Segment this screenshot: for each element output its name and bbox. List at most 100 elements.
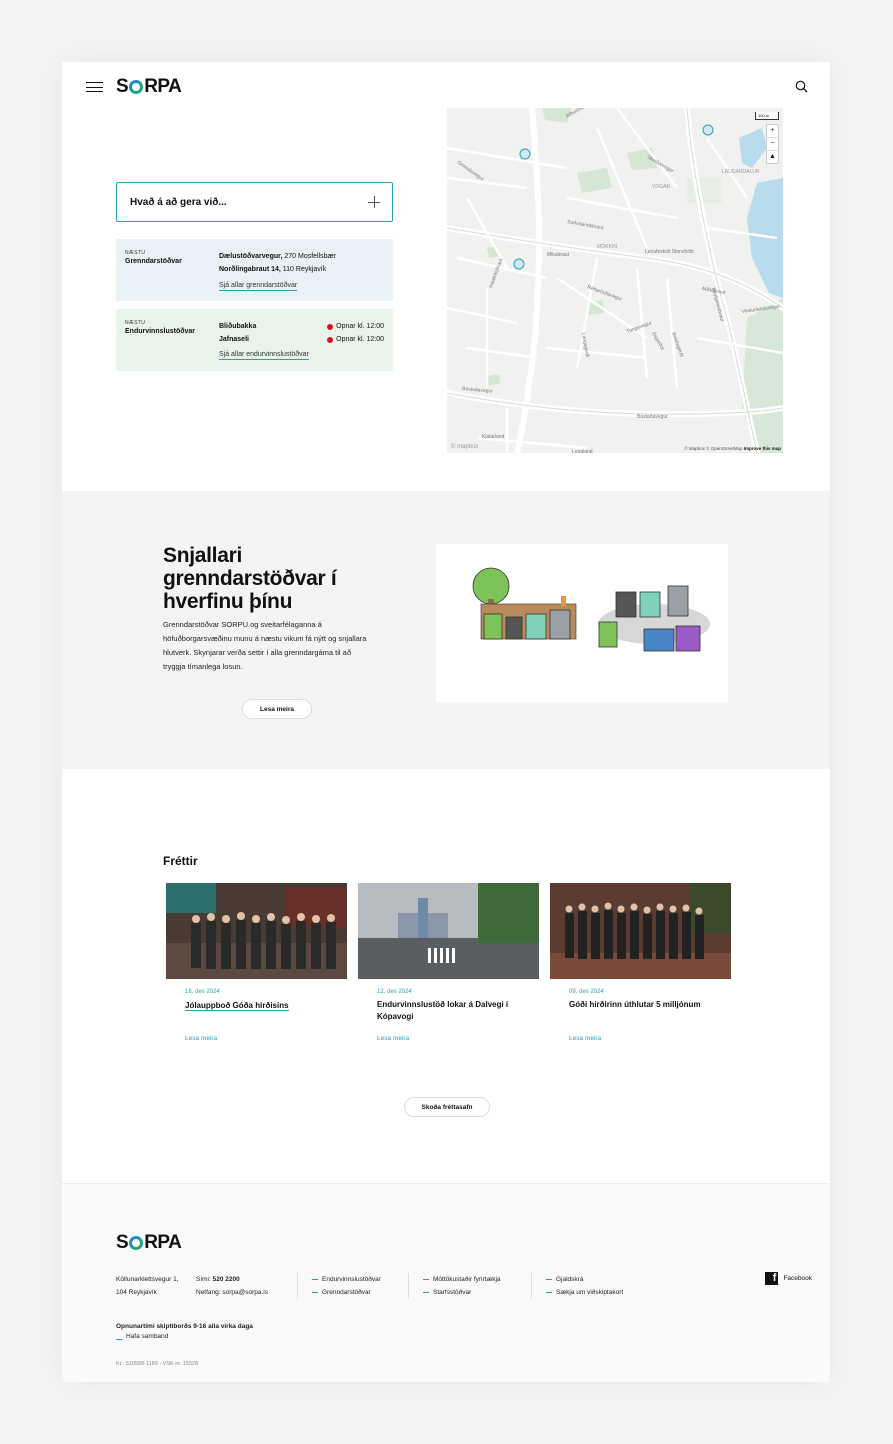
footer-links-col-2: Móttökustaðir fyrirtækja Starfsstöðvar	[408, 1273, 501, 1299]
location-name: Bliðubakka	[219, 323, 257, 330]
location-name: Dælustöðvarvegur,	[219, 253, 283, 260]
page: S RPA Hvað á að gera við... NÆSTU Grennda…	[62, 62, 830, 1382]
logo-text-right: RPA	[144, 76, 182, 97]
location-item[interactable]: Jafnaseli Opnar kl. 12:00	[219, 333, 384, 346]
facebook-label: Facebook	[783, 1275, 812, 1282]
phone-label: Sími:	[196, 1276, 213, 1283]
location-item[interactable]: Norðlingabraut 14, 110 Reykjavík	[219, 263, 384, 276]
facebook-link[interactable]: f Facebook	[765, 1272, 812, 1285]
opening-hours: Opnunartími skiptiborðs 9-16 alla virka …	[116, 1320, 253, 1333]
zoom-in-button[interactable]: +	[767, 125, 778, 138]
footer-link[interactable]: Gjaldskrá	[546, 1273, 623, 1286]
phone-number[interactable]: 520 2200	[213, 1276, 240, 1283]
news-card-body: 16. des 2024 Jólauppboð Góða hirðisins	[166, 979, 347, 1013]
location-address: 110 Reykjavík	[280, 266, 327, 273]
nearest-recycling-centers-card: NÆSTU Endurvinnslustöðvar Bliðubakka Opn…	[116, 309, 393, 371]
logo-o-icon	[129, 1236, 144, 1250]
news-read-more-link[interactable]: Lesa meira	[185, 1035, 217, 1042]
footer-link[interactable]: Grenndarstöðvar	[312, 1286, 381, 1299]
location-name: Jafnaseli	[219, 336, 249, 343]
svg-text:LAUGARDALUR: LAUGARDALUR	[722, 169, 760, 175]
feature-title: Snjallari grenndarstöðvar í hverfinu þín…	[163, 544, 337, 613]
news-card[interactable]: 09. des 2024 Góði hirðirinn úthlutar 5 m…	[550, 883, 731, 1053]
footer-logo[interactable]: S RPA	[116, 1232, 182, 1254]
news-date: 12. des 2024	[377, 989, 412, 995]
news-photo	[550, 883, 731, 979]
location-item[interactable]: Dælustöðvarvegur, 270 Mosfellsbær	[219, 250, 384, 263]
hamburger-menu-icon[interactable]	[86, 82, 103, 92]
news-card-body: 12. des 2024 Endurvinnslustöð lokar á Da…	[358, 979, 539, 1023]
news-archive-button[interactable]: Skoða fréttasafn	[404, 1097, 490, 1117]
news-card-body: 09. des 2024 Góði hirðirinn úthlutar 5 m…	[550, 979, 731, 1011]
news-read-more-link[interactable]: Lesa meira	[569, 1035, 601, 1042]
location-list: Bliðubakka Opnar kl. 12:00 Jafnaseli Opn…	[219, 320, 384, 346]
svg-text:Bústaðavegur: Bústaðavegur	[637, 413, 668, 420]
news-title[interactable]: Jólauppboð Góða hirðisins	[185, 1001, 289, 1011]
footer-links-col-1: Endurvinnslustöðvar Grenndarstöðvar	[297, 1273, 381, 1299]
logo-text-right: RPA	[144, 1232, 182, 1253]
news-read-more-link[interactable]: Lesa meira	[377, 1035, 409, 1042]
logo-o-icon	[129, 80, 144, 94]
see-all-recycling-points-link[interactable]: Sjá allar grenndarstöðvar	[219, 282, 298, 291]
news-card[interactable]: 12. des 2024 Endurvinnslustöð lokar á Da…	[358, 883, 539, 1053]
contact-link[interactable]: Hafa samband	[116, 1333, 168, 1340]
phone-line: Sími: 520 2200	[196, 1273, 268, 1286]
footer-links-col-3: Gjaldskrá Sækja um viðskiptakort	[531, 1273, 623, 1299]
feature-read-more-button[interactable]: Lesa meira	[242, 699, 312, 719]
footer-link[interactable]: Endurvinnslustöðvar	[312, 1273, 381, 1286]
news-title[interactable]: Góði hirðirinn úthlutar 5 milljónum	[569, 999, 731, 1011]
recycling-illustration	[436, 544, 728, 702]
opening-hours-text: Opnunartími skiptiborðs 9-16 alla virka …	[116, 1323, 253, 1330]
map-scale: 100 m	[755, 112, 779, 120]
footer-link[interactable]: Starfsstöðvar	[423, 1286, 501, 1299]
improve-map-link[interactable]: Improve this map	[744, 446, 781, 451]
news-card[interactable]: 16. des 2024 Jólauppboð Góða hirðisins L…	[166, 883, 347, 1053]
svg-text:MÖRKIN: MÖRKIN	[597, 243, 617, 250]
card-title: Grenndarstöðvar	[125, 258, 182, 265]
svg-text:Mikubraut: Mikubraut	[547, 252, 570, 258]
footer: S RPA Köllunarklettsvegur 1, 104 Reykjaví…	[62, 1183, 830, 1382]
svg-text:VOGAR: VOGAR	[652, 184, 670, 190]
what-to-do-accordion[interactable]: Hvað á að gera við...	[116, 182, 393, 222]
feature-body: Grenndarstöðvar SORPU og sveitarfélagann…	[163, 620, 367, 671]
email-line[interactable]: Netfang: sorpa@sorpa.is	[196, 1286, 268, 1299]
zoom-out-button[interactable]: −	[767, 138, 778, 151]
status-text: Opnar kl. 12:00	[336, 323, 384, 330]
location-item[interactable]: Bliðubakka Opnar kl. 12:00	[219, 320, 384, 333]
status-dot-icon	[327, 323, 334, 330]
location-name: Norðlingabraut 14,	[219, 266, 281, 273]
search-icon[interactable]	[795, 80, 808, 93]
nearest-recycling-points-card: NÆSTU Grenndarstöðvar Dælustöðvarvegur, …	[116, 239, 393, 301]
plus-icon	[368, 196, 380, 208]
logo-text-left: S	[116, 76, 129, 97]
footer-address: Köllunarklettsvegur 1, 104 Reykjavík	[116, 1273, 179, 1299]
svg-text:Leirufeskóli Stonshólti: Leirufeskóli Stonshólti	[645, 249, 694, 255]
location-address: 270 Mosfellsbær	[282, 253, 337, 260]
address-line: 104 Reykjavík	[116, 1289, 157, 1296]
map-controls: + − ▲	[766, 124, 779, 164]
opening-status: Opnar kl. 12:00	[327, 320, 384, 333]
mapbox-logo[interactable]: © mapbox	[451, 444, 478, 450]
legal-info: Kt.: 510588-1189 - VSK nr. 15528	[116, 1361, 199, 1367]
card-title: Endurvinnslustöðvar	[125, 328, 196, 335]
map-canvas: Mikubraut Miklabraut Suðurlandsbraut Bús…	[447, 108, 783, 453]
card-kicker: NÆSTU	[125, 250, 146, 256]
address-line: Köllunarklettsvegur 1,	[116, 1276, 179, 1283]
footer-link[interactable]: Sækja um viðskiptakort	[546, 1286, 623, 1299]
opening-status: Opnar kl. 12:00	[327, 333, 384, 346]
compass-button[interactable]: ▲	[767, 151, 778, 163]
map[interactable]: Mikubraut Miklabraut Suðurlandsbraut Bús…	[447, 108, 783, 453]
news-title[interactable]: Endurvinnslustöð lokar á Dalvegi í Kópav…	[377, 999, 539, 1023]
what-to-do-label: Hvað á að gera við...	[130, 196, 227, 208]
map-attribution: © Mapbox © OpenStreetMap Improve this ma…	[684, 446, 781, 451]
footer-link[interactable]: Móttökustaðir fyrirtækja	[423, 1273, 501, 1286]
card-kicker: NÆSTU	[125, 320, 146, 326]
news-photo	[166, 883, 347, 979]
facebook-icon: f	[765, 1272, 779, 1285]
feature-section: Snjallari grenndarstöðvar í hverfinu þín…	[62, 491, 830, 769]
see-all-recycling-centers-link[interactable]: Sjá allar endurvinnslustöðvar	[219, 351, 309, 360]
sorpa-logo[interactable]: S RPA	[116, 76, 182, 98]
news-section-title: Fréttir	[163, 854, 198, 868]
svg-text:Logaland: Logaland	[572, 449, 593, 453]
attribution-text: © Mapbox © OpenStreetMap	[684, 446, 743, 451]
